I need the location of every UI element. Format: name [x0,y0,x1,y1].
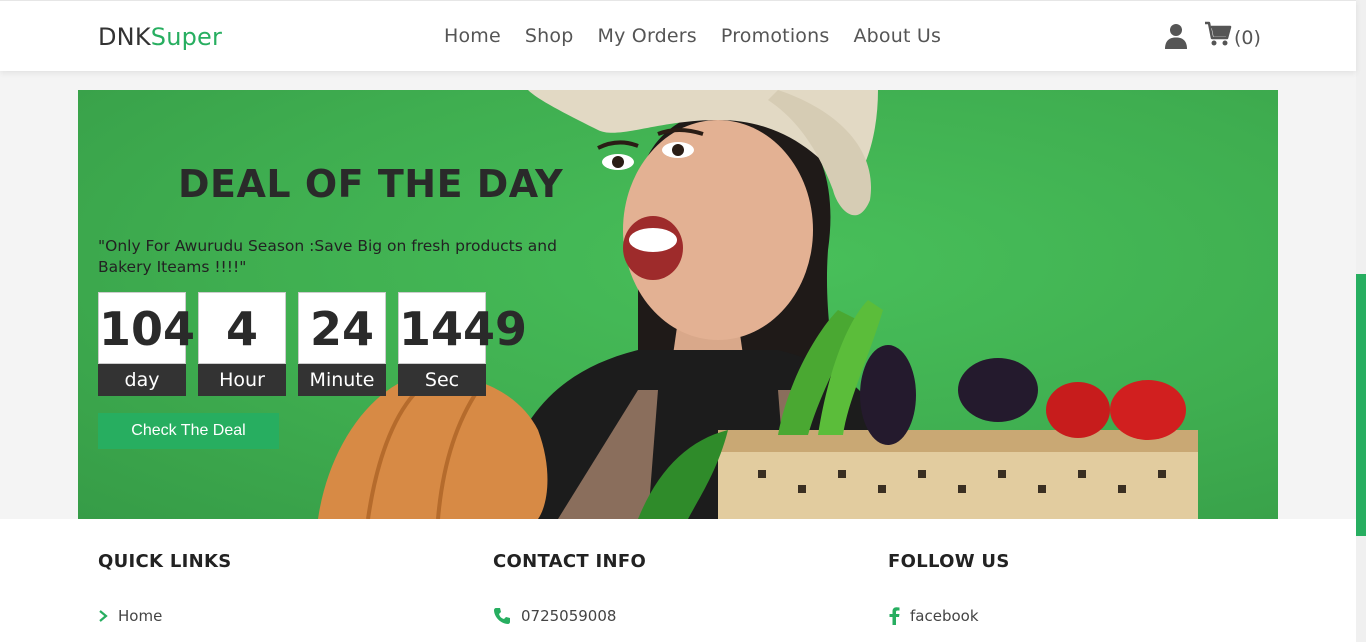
countdown-seconds-label: Sec [398,364,486,396]
main-nav: Home Shop My Orders Promotions About Us [432,25,953,47]
countdown-days: 104 day [98,292,195,396]
follow-us-heading: FOLLOW US [888,551,1010,572]
user-icon[interactable] [1164,23,1188,49]
contact-phone[interactable]: 0725059008 [493,607,616,625]
contact-info-section: CONTACT INFO [493,551,646,572]
countdown-days-label: day [98,364,186,396]
follow-facebook-label: facebook [910,607,979,625]
chevron-right-icon [98,609,108,623]
check-the-deal-button[interactable]: Check The Deal [98,413,279,449]
contact-info-heading: CONTACT INFO [493,551,647,572]
brand-logo-part1: DNK [98,23,151,51]
quick-links-heading: QUICK LINKS [98,551,232,572]
quick-link-home-label: Home [118,607,163,625]
nav-about-us-link[interactable]: About Us [841,25,953,47]
countdown-timer: 104 day 4 Hour 24 Minute 1449 Sec [98,292,527,396]
countdown-hours-label: Hour [198,364,286,396]
countdown-seconds: 1449 Sec [398,292,527,396]
deal-subtitle: "Only For Awurudu Season :Save Big on fr… [98,237,557,276]
cart-icon [1204,21,1232,51]
brand-logo-part2: Super [150,23,223,51]
quick-links-section: QUICK LINKS [98,551,231,572]
nav-my-orders-link[interactable]: My Orders [586,25,709,47]
nav-home-link[interactable]: Home [432,25,513,47]
page-scrollbar[interactable] [1356,0,1366,642]
countdown-minutes-value: 24 [298,292,386,364]
deal-title: DEAL OF THE DAY [178,162,564,206]
follow-facebook-link[interactable]: facebook [888,607,979,625]
brand-logo[interactable]: DNKSuper [98,23,222,51]
countdown-hours-value: 4 [198,292,286,364]
countdown-hours: 4 Hour [198,292,286,396]
site-footer: QUICK LINKS Home CONTACT INFO 0725059008… [0,519,1356,642]
countdown-days-value: 104 [98,292,195,364]
phone-icon [493,607,511,625]
site-header: DNKSuper Home Shop My Orders Promotions … [0,0,1356,71]
facebook-icon [888,607,900,625]
nav-promotions-link[interactable]: Promotions [709,25,842,47]
follow-us-section: FOLLOW US [888,551,1010,572]
deal-banner: DEAL OF THE DAY "Only For Awurudu Season… [78,90,1278,519]
countdown-seconds-value: 1449 [398,292,527,364]
cart-count: (0) [1234,26,1261,49]
scrollbar-thumb[interactable] [1356,274,1366,536]
contact-phone-number: 0725059008 [521,607,617,625]
quick-link-home[interactable]: Home [98,607,162,625]
countdown-minutes-label: Minute [298,364,386,396]
countdown-minutes: 24 Minute [298,292,386,396]
nav-shop-link[interactable]: Shop [513,25,586,47]
cart-button[interactable]: (0) [1204,21,1261,51]
